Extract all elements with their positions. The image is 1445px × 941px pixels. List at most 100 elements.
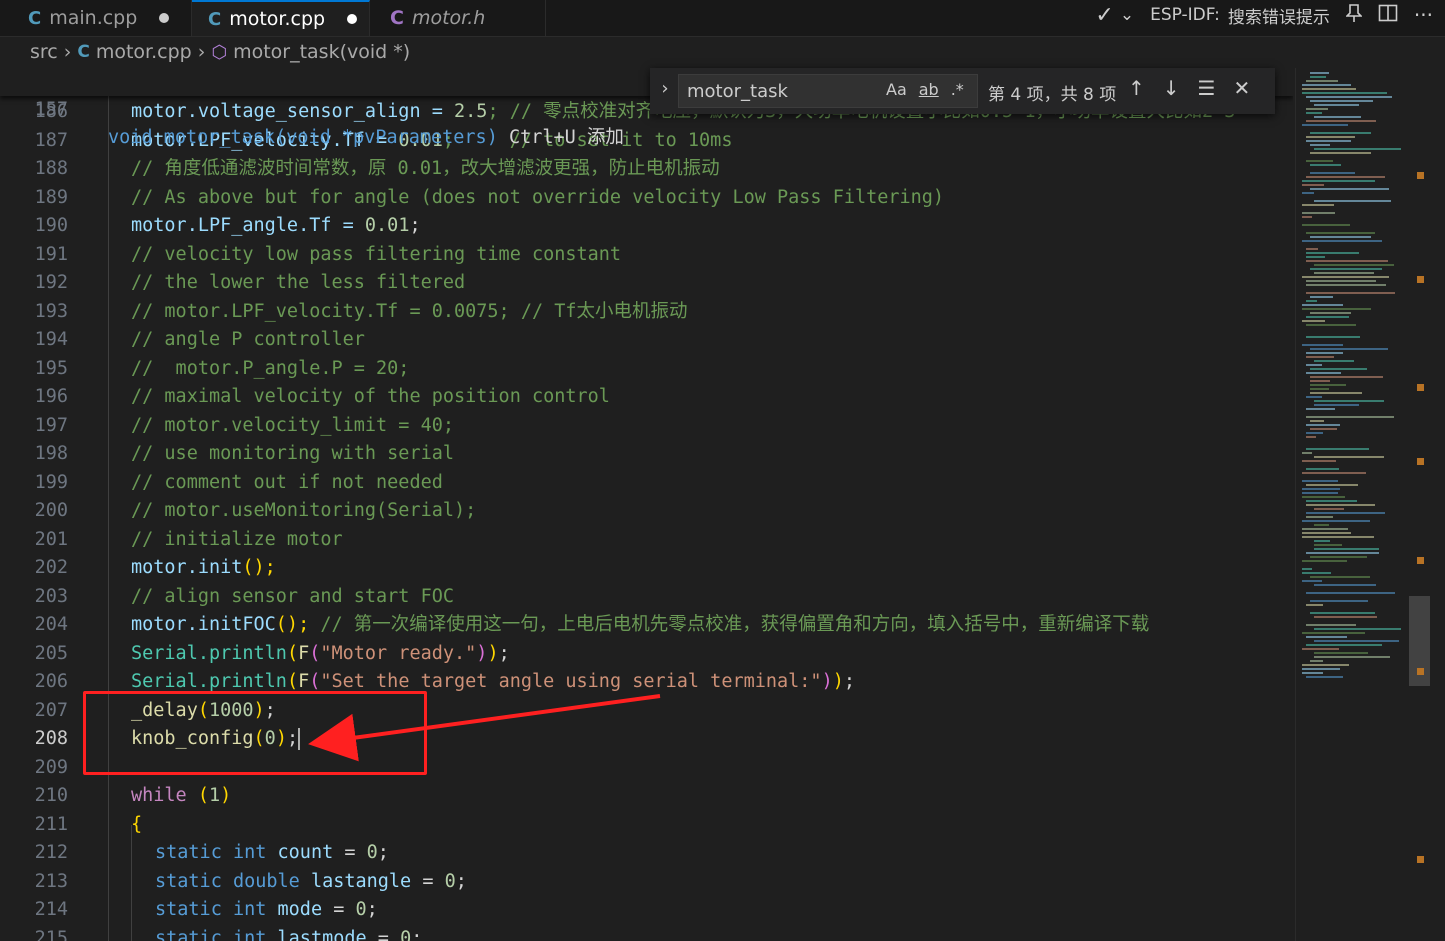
line-number: 196 xyxy=(34,386,68,407)
find-buttons: ↑ ↓ ☰ ✕ xyxy=(1128,76,1250,100)
code-string: "Set the target angle using serial termi… xyxy=(320,671,822,692)
code-type: int xyxy=(232,928,267,941)
split-editor-icon[interactable] xyxy=(1378,3,1398,28)
code-editor[interactable]: 157 void motor_task(void *pvParameters) … xyxy=(0,68,1293,941)
minimap-line xyxy=(1306,592,1395,594)
minimap-line xyxy=(1302,560,1347,562)
code-line: 205 Serial.println(F("Motor ready.")); xyxy=(0,640,1293,668)
code-line: 206 Serial.println(F("Set the target angl… xyxy=(0,668,1293,696)
minimap-line xyxy=(1306,372,1341,374)
minimap-line xyxy=(1310,72,1329,74)
tab-motor-cpp[interactable]: C motor.cpp xyxy=(192,0,370,36)
code-line: 189 // As above but for angle (does not o… xyxy=(0,184,1293,212)
minimap-line xyxy=(1314,548,1379,550)
code-type: double xyxy=(232,871,300,892)
code-number: 1000 xyxy=(208,700,254,721)
check-icon[interactable]: ✓ xyxy=(1095,3,1113,28)
minimap-line xyxy=(1310,380,1330,382)
breadcrumb-file[interactable]: motor.cpp xyxy=(96,41,192,63)
minimap-line xyxy=(1306,512,1385,514)
line-number: 189 xyxy=(34,187,68,208)
minimap-line xyxy=(1306,176,1385,178)
code-comment: // the lower the less filtered xyxy=(131,272,466,293)
minimap-line xyxy=(1302,480,1338,482)
minimap-line xyxy=(1302,212,1335,214)
search-error-hint-button[interactable]: 搜索错误提示 xyxy=(1228,3,1330,28)
unsaved-dot-icon[interactable] xyxy=(159,13,170,23)
minimap[interactable] xyxy=(1295,68,1431,941)
find-match-marker xyxy=(1417,856,1424,863)
minimap-line xyxy=(1306,356,1334,358)
breadcrumb-symbol[interactable]: motor_task(void *) xyxy=(233,41,410,63)
chevron-right-icon: › xyxy=(63,41,72,63)
code-text: (); xyxy=(275,614,310,635)
code-fn-signature: void motor_task(void *pvParameters) xyxy=(108,127,498,148)
minimap-line xyxy=(1306,136,1355,138)
find-match-marker xyxy=(1417,384,1424,391)
minimap-line xyxy=(1302,492,1338,494)
minimap-line xyxy=(1310,556,1367,558)
minimap-line xyxy=(1302,532,1351,534)
tab-main-cpp[interactable]: C main.cpp xyxy=(0,0,192,36)
breadcrumb: src › C motor.cpp › ⬡ motor_task(void *) xyxy=(0,36,1290,68)
minimap-line xyxy=(1306,284,1386,286)
minimap-line xyxy=(1310,312,1351,314)
minimap-line xyxy=(1310,236,1371,238)
previous-match-arrow-up-icon[interactable]: ↑ xyxy=(1128,76,1145,100)
minimap-line xyxy=(1302,180,1375,182)
minimap-line xyxy=(1306,552,1379,554)
next-match-arrow-down-icon[interactable]: ↓ xyxy=(1163,76,1180,100)
find-match-marker xyxy=(1417,557,1424,564)
minimap-line xyxy=(1310,576,1370,578)
line-number: 194 xyxy=(34,329,68,350)
vertical-scrollbar[interactable] xyxy=(1430,68,1445,941)
chevron-down-icon[interactable]: ⌄ xyxy=(1120,5,1134,25)
toggle-replace-chevron-icon[interactable]: › xyxy=(652,78,678,99)
code-comment: // maximal velocity of the position cont… xyxy=(131,386,610,407)
code-line: 214 static int mode = 0; xyxy=(0,896,1293,924)
match-case-icon[interactable]: Aa xyxy=(886,80,907,99)
code-text: motor.initFOC xyxy=(131,614,276,635)
line-number: 212 xyxy=(34,842,68,863)
find-in-selection-icon[interactable]: ☰ xyxy=(1198,76,1216,100)
minimap-line xyxy=(1306,80,1338,82)
minimap-line xyxy=(1306,676,1343,678)
header-file-icon: C xyxy=(390,7,404,29)
code-comment: // 角度低通滤波时间常数，原 0.01，改大增滤波更强，防止电机振动 xyxy=(131,158,720,179)
more-actions-icon[interactable]: ··· xyxy=(1414,3,1433,27)
tab-motor-h[interactable]: C motor.h xyxy=(370,0,546,36)
minimap-line xyxy=(1314,116,1361,118)
minimap-line xyxy=(1302,536,1374,538)
minimap-line xyxy=(1306,352,1343,354)
minimap-line xyxy=(1306,644,1382,646)
minimap-line xyxy=(1302,216,1312,218)
cpp-file-icon: C xyxy=(28,7,42,29)
minimap-line xyxy=(1302,580,1322,582)
editor-actions: ✓ ⌄ ESP-IDF: 搜索错误提示 ··· xyxy=(1095,0,1433,30)
minimap-line xyxy=(1314,524,1329,526)
code-line: 191 // velocity low pass filtering time c… xyxy=(0,241,1293,269)
code-comment: // align sensor and start FOC xyxy=(131,586,455,607)
code-number: 0 xyxy=(444,871,456,892)
unsaved-dot-icon[interactable] xyxy=(347,14,358,24)
minimap-line xyxy=(1314,104,1359,106)
tab-bar: C main.cpp C motor.cpp C motor.h ✓ ⌄ ESP… xyxy=(0,0,1445,37)
code-line: 201 // initialize motor xyxy=(0,526,1293,554)
minimap-line xyxy=(1306,252,1359,254)
minimap-line xyxy=(1306,408,1335,410)
minimap-line xyxy=(1306,432,1323,434)
minimap-line xyxy=(1314,200,1391,202)
minimap-line xyxy=(1306,324,1356,326)
breadcrumb-folder[interactable]: src xyxy=(30,41,58,63)
whole-word-icon[interactable]: ab xyxy=(919,80,939,99)
close-icon[interactable]: ✕ xyxy=(1233,76,1250,100)
code-keyword: while xyxy=(131,785,187,806)
minimap-line xyxy=(1314,640,1399,642)
code-text: Serial.println xyxy=(131,671,287,692)
code-text: Serial.println xyxy=(131,643,287,664)
regex-icon[interactable]: .* xyxy=(951,80,964,99)
pin-icon[interactable] xyxy=(1344,3,1363,28)
code-string: "Motor ready." xyxy=(320,643,477,664)
find-query: motor_task xyxy=(687,80,788,102)
sticky-code: void motor_task(void *pvParameters) Ctrl… xyxy=(108,124,624,152)
